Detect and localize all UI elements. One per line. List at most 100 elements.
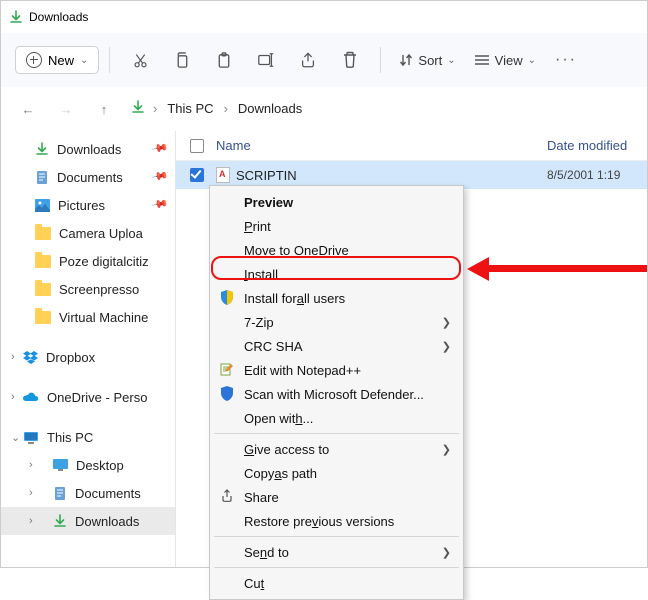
menu-openwith[interactable]: Open with... [212,406,461,430]
download-icon [35,142,49,156]
sidebar-item-pictures[interactable]: Pictures 📌 [1,191,175,219]
sidebar-item-label: Desktop [76,458,124,473]
font-file-icon [216,167,230,183]
toolbar: New ⌄ Sort ⌄ View ⌄ ··· [1,33,647,87]
separator [380,47,381,73]
chevron-right-icon[interactable]: › [29,515,33,527]
chevron-right-icon[interactable]: › [29,459,33,471]
menu-cut[interactable]: Cut [212,571,461,595]
address-bar[interactable]: › This PC › Downloads [131,99,637,119]
dropbox-icon [23,351,38,364]
breadcrumb-downloads[interactable]: Downloads [236,99,304,118]
sidebar-item-vm[interactable]: Virtual Machine [1,303,175,331]
chevron-right-icon: ❯ [442,443,451,456]
share-button[interactable] [288,42,328,78]
sidebar: Downloads 📌 Documents📌 Pictures 📌 Camera U… [1,131,176,567]
chevron-right-icon: › [222,99,230,118]
menu-restore[interactable]: Restore previous versions [212,509,461,533]
context-menu: Preview Print Move to OneDrive Install I… [209,185,464,600]
separator [109,47,110,73]
menu-print[interactable]: Print [212,214,461,238]
breadcrumb-thispc[interactable]: This PC [165,99,215,118]
menu-copypath[interactable]: Copy as path [212,461,461,485]
menu-share[interactable]: Share [212,485,461,509]
forward-button[interactable]: → [49,92,83,126]
sidebar-item-label: Downloads [57,142,121,157]
cloud-icon [23,392,39,403]
sidebar-item-poze[interactable]: Poze digitalcitiz [1,247,175,275]
more-button[interactable]: ··· [546,42,586,78]
cut-button[interactable] [120,42,160,78]
sidebar-item-downloads2[interactable]: › Downloads [1,507,175,535]
file-date: 8/5/2001 1:19 [547,168,647,182]
copy-button[interactable] [162,42,202,78]
menu-crc[interactable]: CRC SHA❯ [212,334,461,358]
up-button[interactable]: ↑ [87,92,121,126]
folder-icon [35,283,51,296]
notepad-icon [220,362,236,378]
menu-defender[interactable]: Scan with Microsoft Defender... [212,382,461,406]
sidebar-item-label: Pictures [58,198,105,213]
sidebar-item-documents2[interactable]: › Documents [1,479,175,507]
sidebar-item-label: Documents [57,170,123,185]
new-label: New [48,53,74,68]
sidebar-item-desktop[interactable]: › Desktop [1,451,175,479]
sidebar-item-label: Dropbox [46,350,95,365]
sort-button[interactable]: Sort ⌄ [391,53,463,68]
view-icon [474,54,490,66]
menu-move-onedrive[interactable]: Move to OneDrive [212,238,461,262]
sidebar-item-documents[interactable]: Documents📌 [1,163,175,191]
menu-sendto[interactable]: Send to❯ [212,540,461,564]
chevron-right-icon[interactable]: › [29,487,33,499]
column-date[interactable]: Date modified [547,138,647,153]
chevron-down-icon: ⌄ [528,55,536,66]
menu-preview[interactable]: Preview [212,190,461,214]
chevron-down-icon[interactable]: ⌄ [11,431,20,444]
pin-icon: 📌 [151,139,170,158]
menu-notepad[interactable]: Edit with Notepad++ [212,358,461,382]
menu-7zip[interactable]: 7-Zip❯ [212,310,461,334]
download-icon [53,514,67,528]
pc-icon [23,431,39,444]
delete-button[interactable] [330,42,370,78]
select-all-checkbox[interactable] [190,139,204,153]
chevron-right-icon: ❯ [442,340,451,353]
nav-row: ← → ↑ › This PC › Downloads [1,87,647,131]
menu-separator [214,433,459,434]
document-icon [53,486,67,501]
row-checkbox[interactable] [190,168,204,182]
sidebar-item-thispc[interactable]: ⌄ This PC [1,423,175,451]
download-icon [9,10,23,24]
rename-button[interactable] [246,42,286,78]
sidebar-item-label: Virtual Machine [59,310,148,325]
document-icon [35,170,49,185]
pin-icon: 📌 [151,195,170,214]
sidebar-item-screenpresso[interactable]: Screenpresso [1,275,175,303]
sidebar-item-label: This PC [47,430,93,445]
sidebar-item-label: Documents [75,486,141,501]
sidebar-item-dropbox[interactable]: › Dropbox [1,343,175,371]
sidebar-item-label: Poze digitalcitiz [59,254,149,269]
chevron-right-icon: › [151,99,159,118]
sidebar-item-camera[interactable]: Camera Uploa [1,219,175,247]
view-button[interactable]: View ⌄ [466,53,544,68]
menu-install-all[interactable]: Install for all users [212,286,461,310]
folder-icon [35,255,51,268]
shield-icon [220,290,236,306]
new-button[interactable]: New ⌄ [15,46,99,74]
paste-button[interactable] [204,42,244,78]
back-button[interactable]: ← [11,92,45,126]
sidebar-item-label: Camera Uploa [59,226,143,241]
chevron-down-icon: ⌄ [447,55,455,66]
menu-install[interactable]: Install [212,262,461,286]
chevron-right-icon[interactable]: › [11,391,15,403]
column-name[interactable]: Name [216,138,547,153]
folder-icon [35,227,51,240]
sidebar-item-downloads[interactable]: Downloads 📌 [1,135,175,163]
menu-giveaccess[interactable]: Give access to❯ [212,437,461,461]
sidebar-item-onedrive[interactable]: ›OneDrive - Perso [1,383,175,411]
file-name: SCRIPTIN [236,168,547,183]
sidebar-item-label: Downloads [75,514,139,529]
chevron-right-icon[interactable]: › [11,351,15,363]
menu-separator [214,536,459,537]
